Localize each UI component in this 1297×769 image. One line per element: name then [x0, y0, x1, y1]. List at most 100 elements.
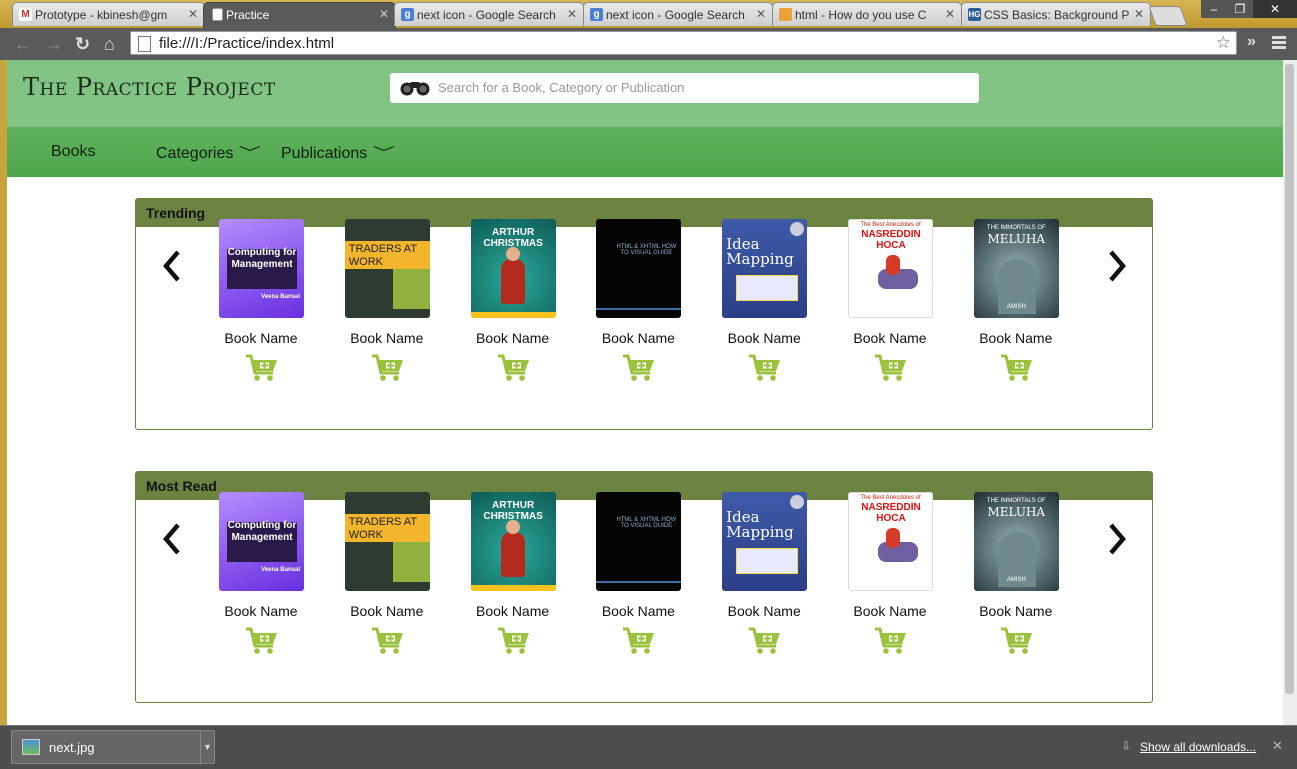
book-cover[interactable]: THE IMMORTALS OF MELUHA AMISH: [973, 219, 1059, 318]
close-icon[interactable]: ✕: [379, 7, 389, 21]
cover-title: Computing for Management: [227, 520, 297, 543]
add-to-cart-icon[interactable]: [497, 627, 531, 655]
nav-publications[interactable]: Publications ﹀: [281, 143, 395, 163]
nav-books[interactable]: Books: [51, 143, 95, 161]
add-to-cart-icon[interactable]: [874, 354, 908, 382]
tab-prototype[interactable]: M Prototype - kbinesh@gm ✕: [12, 2, 205, 26]
maximize-button[interactable]: ❐: [1227, 0, 1253, 18]
next-arrow-icon[interactable]: [1107, 522, 1127, 556]
book-cover[interactable]: Idea Mapping: [722, 219, 808, 318]
cover-title: TRADERS AT WORK: [348, 243, 417, 268]
section-trending: Trending Computing for Management Veena B…: [135, 198, 1153, 430]
cover-title: NASREDDIN HOCA: [861, 229, 921, 251]
prev-arrow-icon[interactable]: [162, 249, 182, 283]
forward-arrow-icon[interactable]: →: [45, 34, 63, 55]
minimize-button[interactable]: –: [1201, 0, 1227, 18]
book-cover[interactable]: Computing for Management Veena Bansal: [219, 492, 304, 591]
add-to-cart-icon[interactable]: [371, 627, 405, 655]
book-name[interactable]: Book Name: [334, 603, 440, 619]
new-tab-button[interactable]: [1148, 6, 1188, 26]
book-name[interactable]: Book Name: [585, 603, 691, 619]
add-to-cart-icon[interactable]: [371, 354, 405, 382]
book-name[interactable]: Book Name: [585, 330, 691, 346]
add-to-cart-icon[interactable]: [1000, 354, 1034, 382]
book-name[interactable]: Book Name: [208, 603, 314, 619]
nav-categories[interactable]: Categories ﹀: [156, 143, 262, 163]
page-icon: [212, 8, 223, 21]
add-to-cart-icon[interactable]: [497, 354, 531, 382]
reload-icon[interactable]: ↻: [75, 34, 90, 55]
add-to-cart-icon[interactable]: [622, 354, 656, 382]
page-icon: [138, 36, 151, 52]
book-cover[interactable]: TRADERS AT WORK: [344, 492, 430, 591]
search-input[interactable]: Search for a Book, Category or Publicati…: [438, 80, 684, 95]
add-to-cart-icon[interactable]: [1000, 627, 1034, 655]
close-icon[interactable]: ✕: [756, 7, 766, 21]
download-shelf: next.jpg ▼ ⇩ Show all downloads... ✕: [0, 725, 1297, 769]
scrollbar-thumb[interactable]: [1285, 64, 1294, 694]
gmail-icon: M: [19, 8, 32, 21]
close-icon[interactable]: ✕: [945, 7, 955, 21]
google-icon: g: [590, 8, 603, 21]
book-cover[interactable]: Computing for Management Veena Bansal: [219, 219, 304, 318]
show-all-downloads-link[interactable]: Show all downloads...: [1140, 740, 1256, 754]
tab-html-question[interactable]: html - How do you use C ✕: [772, 2, 962, 26]
tab-practice[interactable]: Practice ✕: [203, 2, 396, 28]
close-icon[interactable]: ✕: [1272, 738, 1283, 754]
book-cover[interactable]: Idea Mapping: [722, 492, 808, 591]
cover-subtitle: THE IMMORTALS OF: [986, 225, 1046, 231]
book-name[interactable]: Book Name: [711, 603, 817, 619]
google-icon: g: [401, 8, 414, 21]
close-icon[interactable]: ✕: [1134, 7, 1144, 21]
add-to-cart-icon[interactable]: [874, 627, 908, 655]
cover-title: MELUHA: [987, 232, 1046, 246]
extensions-chevron-icon[interactable]: »: [1247, 33, 1256, 51]
bookmark-star-icon[interactable]: ☆: [1216, 33, 1231, 53]
download-filename: next.jpg: [49, 740, 95, 755]
tab-next-icon-2[interactable]: g next icon - Google Search ✕: [583, 2, 773, 26]
book-cover[interactable]: The Best Anecdotes of NASREDDIN HOCA: [848, 219, 933, 318]
book-cover[interactable]: HTML & XHTML HOW TO VISUAL GUIDE: [596, 492, 682, 591]
site-title[interactable]: The Practice Project: [23, 73, 276, 101]
scrollbar[interactable]: [1283, 60, 1297, 725]
download-arrow-icon: ⇩: [1121, 739, 1132, 753]
download-item[interactable]: next.jpg ▼: [11, 730, 215, 764]
prev-arrow-icon[interactable]: [162, 522, 182, 556]
add-to-cart-icon[interactable]: [245, 627, 279, 655]
book-cover[interactable]: ARTHUR CHRISTMAS: [470, 492, 556, 591]
add-to-cart-icon[interactable]: [748, 354, 782, 382]
book-name[interactable]: Book Name: [711, 330, 817, 346]
book-cover[interactable]: THE IMMORTALS OF MELUHA AMISH: [973, 492, 1059, 591]
book-cover[interactable]: TRADERS AT WORK: [344, 219, 430, 318]
add-to-cart-icon[interactable]: [245, 354, 279, 382]
home-icon[interactable]: ⌂: [104, 34, 115, 55]
address-bar[interactable]: file:///I:/Practice/index.html ☆: [130, 31, 1237, 55]
book-name[interactable]: Book Name: [208, 330, 314, 346]
chevron-down-icon[interactable]: ▼: [200, 731, 214, 763]
book-name[interactable]: Book Name: [334, 330, 440, 346]
book-cover[interactable]: ARTHUR CHRISTMAS: [470, 219, 556, 318]
book-name[interactable]: Book Name: [837, 603, 943, 619]
add-to-cart-icon[interactable]: [622, 627, 656, 655]
hg-icon: HG: [968, 8, 981, 21]
cover-title: NASREDDIN HOCA: [861, 502, 921, 524]
book-name[interactable]: Book Name: [963, 603, 1069, 619]
book-name[interactable]: Book Name: [963, 330, 1069, 346]
book-cover[interactable]: HTML & XHTML HOW TO VISUAL GUIDE: [596, 219, 682, 318]
close-icon[interactable]: ✕: [188, 7, 198, 21]
book-name[interactable]: Book Name: [460, 330, 566, 346]
tab-next-icon-1[interactable]: g next icon - Google Search ✕: [394, 2, 584, 26]
book-name[interactable]: Book Name: [460, 603, 566, 619]
tab-strip: M Prototype - kbinesh@gm ✕ Practice ✕ g …: [0, 0, 1297, 28]
image-file-icon: [22, 739, 40, 755]
window-close-button[interactable]: ✕: [1253, 0, 1297, 18]
add-to-cart-icon[interactable]: [748, 627, 782, 655]
book-name[interactable]: Book Name: [837, 330, 943, 346]
menu-icon[interactable]: [1272, 36, 1286, 51]
search-box[interactable]: Search for a Book, Category or Publicati…: [390, 73, 979, 103]
close-icon[interactable]: ✕: [567, 7, 577, 21]
book-cover[interactable]: The Best Anecdotes of NASREDDIN HOCA: [848, 492, 933, 591]
back-arrow-icon[interactable]: ←: [14, 34, 32, 55]
tab-css-basics[interactable]: HG CSS Basics: Background P ✕: [961, 2, 1151, 26]
next-arrow-icon[interactable]: [1107, 249, 1127, 283]
